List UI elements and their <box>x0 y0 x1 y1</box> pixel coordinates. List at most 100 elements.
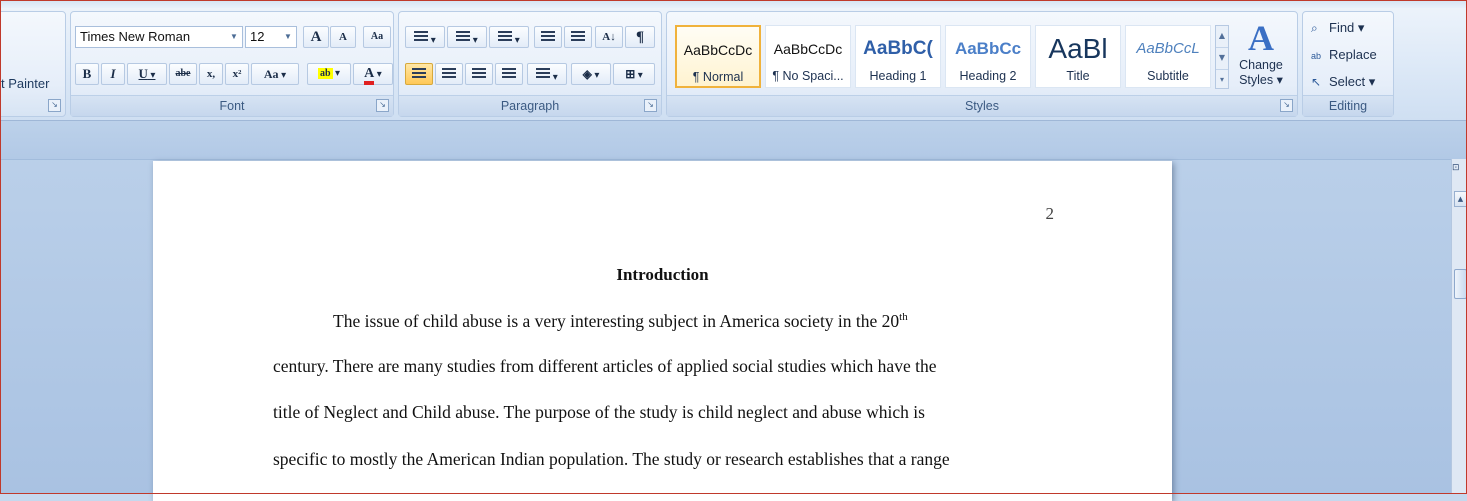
style-name: ¶ Normal <box>692 70 744 84</box>
chevron-down-icon[interactable]: ▾ <box>333 68 340 79</box>
increase-indent-button[interactable] <box>564 26 592 48</box>
font-name-value: Times New Roman <box>80 29 191 44</box>
scroll-up-icon[interactable]: ▲ <box>1454 191 1467 207</box>
font-group: Times New Roman ▼ 12 ▼ A A Aa B I U ▾ ab… <box>70 11 394 117</box>
borders-button[interactable]: ⊞ ▾ <box>613 63 655 85</box>
replace-button[interactable]: ab Replace <box>1311 45 1377 65</box>
chevron-down-icon[interactable]: ▾ <box>428 35 436 46</box>
paragraph-group-label: Paragraph <box>399 95 661 116</box>
cursor-arrow-icon: ↖ <box>1311 75 1322 89</box>
underline-button[interactable]: U ▾ <box>127 63 167 85</box>
bold-icon: B <box>82 66 92 81</box>
superscript-button[interactable]: x² <box>225 63 249 85</box>
multilevel-list-button[interactable]: ▾ <box>489 26 529 48</box>
grow-font-button[interactable]: A <box>303 26 329 48</box>
font-size-value: 12 <box>250 29 265 44</box>
scroll-thumb[interactable] <box>1454 269 1467 299</box>
numbering-button[interactable]: ▾ <box>447 26 487 48</box>
grow-font-icon: A <box>310 29 322 45</box>
chevron-down-icon[interactable]: ▾ <box>592 70 599 81</box>
font-size-combo[interactable]: 12 ▼ <box>245 26 297 48</box>
shrink-font-button[interactable]: A <box>330 26 356 48</box>
more-icon[interactable]: ▾ <box>1216 70 1228 91</box>
style-heading-1[interactable]: AaBbC( Heading 1 <box>855 25 941 88</box>
sort-button[interactable]: A↓ <box>595 26 623 48</box>
ruler-toggle-icon[interactable]: ⊡ <box>1452 163 1465 177</box>
change-case-button[interactable]: Aa ▾ <box>251 63 299 85</box>
binoculars-icon: ⌕ <box>1311 21 1318 35</box>
bullets-button[interactable]: ▾ <box>405 26 445 48</box>
line-spacing-button[interactable]: ▾ <box>527 63 567 85</box>
clipboard-group: t Painter ↘ <box>0 11 66 117</box>
replace-icon: ab <box>1311 51 1322 61</box>
align-center-button[interactable] <box>435 63 463 85</box>
paragraph-line: title of Neglect and Child abuse. The pu… <box>273 402 925 422</box>
italic-icon: I <box>110 66 116 81</box>
style-normal[interactable]: AaBbCcDc ¶ Normal <box>675 25 761 88</box>
document-area: 2 Introduction The issue of child abuse … <box>0 121 1467 501</box>
style-title[interactable]: AaBl Title <box>1035 25 1121 88</box>
chevron-down-icon[interactable]: ▾ <box>279 70 286 81</box>
text-highlight-button[interactable]: ab ▾ <box>307 63 351 85</box>
style-preview: AaBbCcL <box>1136 40 1200 57</box>
decrease-indent-icon <box>541 31 555 43</box>
style-preview: AaBbCc <box>954 39 1022 58</box>
document-page[interactable]: 2 Introduction The issue of child abuse … <box>153 161 1172 501</box>
chevron-down-icon[interactable]: ▾ <box>550 72 558 83</box>
decrease-indent-button[interactable] <box>534 26 562 48</box>
styles-gallery-scroll[interactable]: ▲ ▼ ▾ <box>1215 25 1229 89</box>
chevron-down-icon[interactable]: ▼ <box>1216 48 1228 70</box>
style-preview: AaBbCcDc <box>683 42 753 58</box>
strikethrough-icon: abe <box>175 68 191 79</box>
clear-formatting-button[interactable]: Aa <box>363 26 391 48</box>
format-painter-button[interactable]: t Painter <box>1 76 49 91</box>
style-preview: AaBl <box>1048 35 1108 63</box>
superscript-text: th <box>899 311 908 324</box>
font-name-combo[interactable]: Times New Roman ▼ <box>75 26 243 48</box>
replace-label: Replace <box>1329 47 1377 62</box>
change-case-icon: Aa <box>263 67 279 81</box>
shrink-font-icon: A <box>339 31 347 43</box>
subscript-button[interactable]: x, <box>199 63 223 85</box>
paragraph-line: specific to mostly the American Indian p… <box>273 449 950 469</box>
chevron-down-icon[interactable]: ▾ <box>374 69 382 80</box>
vertical-scrollbar[interactable]: ▲ <box>1451 159 1467 494</box>
style-subtitle[interactable]: AaBbCcL Subtitle <box>1125 25 1211 88</box>
line-spacing-icon <box>536 68 551 80</box>
borders-icon: ⊞ <box>625 67 636 81</box>
change-styles-button[interactable]: A Change Styles ▾ <box>1233 18 1289 102</box>
font-color-button[interactable]: A ▾ <box>353 63 393 85</box>
chevron-down-icon[interactable]: ▼ <box>226 27 242 47</box>
justify-icon <box>502 68 516 80</box>
page-number: 2 <box>1045 204 1055 223</box>
justify-button[interactable] <box>495 63 523 85</box>
font-launcher-icon[interactable]: ↘ <box>376 99 389 112</box>
align-left-button[interactable] <box>405 63 433 85</box>
style-no-spacing[interactable]: AaBbCcDc ¶ No Spaci... <box>765 25 851 88</box>
style-heading-2[interactable]: AaBbCc Heading 2 <box>945 25 1031 88</box>
select-button[interactable]: ↖ Select ▾ <box>1311 72 1375 92</box>
style-name: Subtitle <box>1147 69 1189 83</box>
bold-button[interactable]: B <box>75 63 99 85</box>
strikethrough-button[interactable]: abe <box>169 63 197 85</box>
styles-launcher-icon[interactable]: ↘ <box>1280 99 1293 112</box>
document-heading: Introduction <box>616 265 709 284</box>
editing-group-label: Editing <box>1303 95 1393 116</box>
chevron-down-icon[interactable]: ▾ <box>148 70 155 81</box>
show-marks-button[interactable]: ¶ <box>625 26 655 48</box>
chevron-down-icon[interactable]: ▾ <box>512 35 520 46</box>
chevron-up-icon[interactable]: ▲ <box>1216 26 1228 48</box>
chevron-down-icon[interactable]: ▾ <box>635 70 643 81</box>
align-right-button[interactable] <box>465 63 493 85</box>
ribbon: t Painter ↘ Times New Roman ▼ 12 ▼ A A A… <box>0 0 1467 121</box>
editing-group: ⌕ Find ▾ ab Replace ↖ Select ▾ Editing <box>1302 11 1394 117</box>
find-button[interactable]: ⌕ Find ▾ <box>1311 18 1364 38</box>
paragraph-launcher-icon[interactable]: ↘ <box>644 99 657 112</box>
chevron-down-icon[interactable]: ▼ <box>280 27 296 47</box>
font-group-label: Font <box>71 95 393 116</box>
italic-button[interactable]: I <box>101 63 125 85</box>
style-preview: AaBbC( <box>863 38 933 59</box>
shading-button[interactable]: ◈ ▾ <box>571 63 611 85</box>
clipboard-launcher-icon[interactable]: ↘ <box>48 99 61 112</box>
chevron-down-icon[interactable]: ▾ <box>470 35 478 46</box>
